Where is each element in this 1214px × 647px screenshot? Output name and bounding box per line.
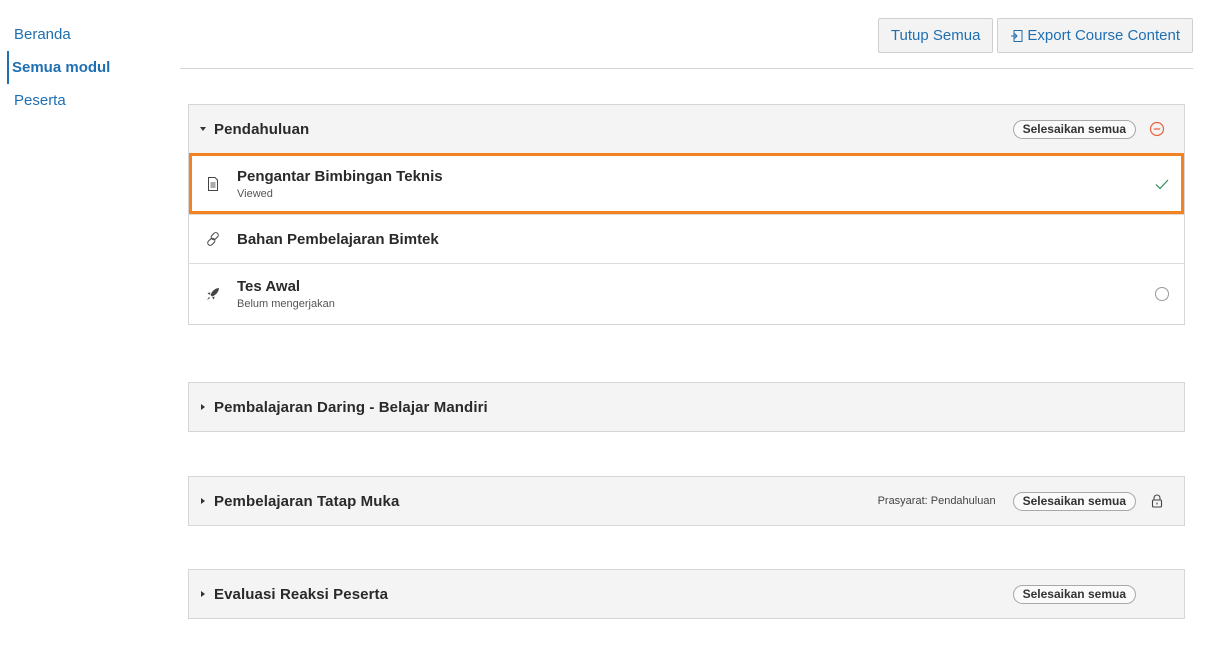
complete-all-button[interactable]: Selesaikan semua [1012, 119, 1136, 139]
lock-icon [1151, 494, 1163, 508]
export-icon [1011, 29, 1023, 42]
caret-right-icon[interactable] [201, 498, 205, 504]
activity-title[interactable]: Pengantar Bimbingan Teknis [237, 168, 443, 185]
prerequisite-text: Prasyarat: Pendahuluan [877, 495, 996, 507]
complete-all-button[interactable]: Selesaikan semua [1012, 584, 1136, 604]
section-header[interactable]: Pembalajaran Daring - Belajar Mandiri [189, 383, 1184, 431]
section-title: Evaluasi Reaksi Peserta [214, 585, 389, 603]
page-icon [208, 177, 218, 191]
activity-text: Tes Awal Belum mengerjakan [237, 278, 335, 310]
activity-title[interactable]: Bahan Pembelajaran Bimtek [237, 231, 439, 248]
caret-down-icon[interactable] [200, 127, 206, 131]
section-header[interactable]: Pembelajaran Tatap Muka Prasyarat: Penda… [189, 477, 1184, 525]
sidebar-item-semua-modul[interactable]: Semua modul [7, 51, 170, 84]
activity-tes-awal[interactable]: Tes Awal Belum mengerjakan [189, 263, 1184, 324]
export-course-content-button[interactable]: Export Course Content [997, 18, 1193, 53]
collapse-all-label: Tutup Semua [890, 27, 981, 44]
activity-bahan-pembelajaran-bimtek[interactable]: Bahan Pembelajaran Bimtek [189, 214, 1184, 263]
section-pembalajaran-daring: Pembalajaran Daring - Belajar Mandiri [188, 382, 1185, 432]
empty-circle-icon[interactable] [1154, 286, 1170, 302]
check-icon [1155, 179, 1169, 190]
activity-status-text: Viewed [237, 188, 273, 200]
section-actions: Prasyarat: Pendahuluan Selesaikan semua [878, 477, 1165, 525]
minus-circle-icon[interactable] [1149, 121, 1165, 137]
course-toolbar: Tutup Semua Export Course Content [877, 18, 1193, 53]
section-header[interactable]: Evaluasi Reaksi Peserta Selesaikan semua [189, 570, 1184, 618]
caret-right-icon[interactable] [201, 404, 205, 410]
section-actions: Selesaikan semua [1012, 105, 1165, 153]
caret-right-icon[interactable] [201, 591, 205, 597]
section-actions: Selesaikan semua [1012, 570, 1136, 618]
sidebar-item-beranda[interactable]: Beranda [0, 18, 170, 51]
section-title: Pendahuluan [214, 120, 310, 138]
section-title: Pembalajaran Daring - Belajar Mandiri [214, 398, 488, 416]
link-icon [207, 232, 219, 246]
section-title: Pembelajaran Tatap Muka [214, 492, 400, 510]
export-label: Export Course Content [1027, 27, 1180, 44]
rocket-icon [207, 288, 219, 300]
activity-text: Pengantar Bimbingan Teknis Viewed [237, 168, 443, 200]
complete-all-button[interactable]: Selesaikan semua [1012, 491, 1136, 511]
section-evaluasi-reaksi-peserta: Evaluasi Reaksi Peserta Selesaikan semua [188, 569, 1185, 619]
activity-pengantar-bimbingan-teknis[interactable]: Pengantar Bimbingan Teknis Viewed [189, 153, 1184, 214]
section-pembelajaran-tatap-muka: Pembelajaran Tatap Muka Prasyarat: Penda… [188, 476, 1185, 526]
sidebar-nav: Beranda Semua modul Peserta [0, 18, 170, 117]
section-header[interactable]: Pendahuluan Selesaikan semua [189, 105, 1184, 153]
activity-text: Bahan Pembelajaran Bimtek [237, 231, 439, 248]
collapse-all-button[interactable]: Tutup Semua [877, 18, 994, 53]
sidebar-item-peserta[interactable]: Peserta [0, 84, 170, 117]
activity-status-text: Belum mengerjakan [237, 298, 335, 310]
toolbar-divider [180, 68, 1193, 69]
activity-title[interactable]: Tes Awal [237, 278, 335, 295]
section-pendahuluan: Pendahuluan Selesaikan semua Pengantar B… [188, 104, 1185, 325]
